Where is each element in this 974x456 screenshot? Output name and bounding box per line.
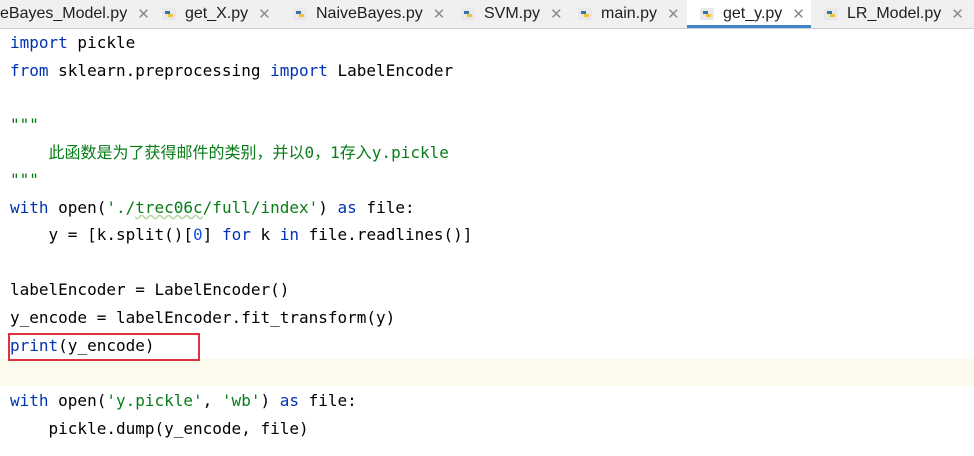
code-text: k <box>250 225 280 244</box>
docstring: """ <box>10 170 39 189</box>
code-text: pickle.dump(y_encode, file) <box>10 419 309 438</box>
code-line-15[interactable]: pickle.dump(y_encode, file) <box>10 415 309 442</box>
code-text: file: <box>298 391 357 410</box>
code-text: ) <box>318 198 338 217</box>
code-line-1[interactable]: import pickle <box>10 29 135 56</box>
keyword: with <box>10 391 49 410</box>
code-line-11[interactable]: y_encode = labelEncoder.fit_transform(y) <box>10 304 395 331</box>
tab-lr-model[interactable]: LR_Model.py ✕ <box>823 0 974 28</box>
keyword: from <box>10 61 49 80</box>
code-line-4-docstring[interactable]: """ <box>10 111 39 138</box>
code-text: LabelEncoder <box>327 61 454 80</box>
close-icon[interactable]: ✕ <box>433 5 446 23</box>
tab-label: SVM.py <box>484 5 541 22</box>
tab-get-y[interactable]: get_y.py ✕ <box>687 0 811 28</box>
highlight-box <box>8 333 200 361</box>
tab-label: NaiveBayes.py <box>316 5 423 22</box>
keyword: in <box>279 225 300 244</box>
string-literal: './ <box>106 198 136 217</box>
docstring: 此函数是为了获得邮件的类别，并以0，1存入y.pickle <box>10 143 449 162</box>
python-file-icon <box>461 8 475 20</box>
code-text: sklearn.preprocessing <box>48 61 271 80</box>
tab-get-x[interactable]: get_X.py ✕ <box>161 0 286 28</box>
tab-label: get_X.py <box>185 5 249 22</box>
editor-tab-bar: eBayes_Model.py ✕ get_X.py ✕ NaiveBayes.… <box>0 0 974 29</box>
code-line-7[interactable]: with open('./trec06c/full/index') as fil… <box>10 194 415 221</box>
code-text: open( <box>48 198 107 217</box>
code-text: labelEncoder = LabelEncoder() <box>10 280 290 299</box>
close-icon[interactable]: ✕ <box>550 5 563 23</box>
code-text: file: <box>356 198 415 217</box>
code-line-2[interactable]: from sklearn.preprocessing import LabelE… <box>10 57 453 84</box>
close-icon[interactable]: ✕ <box>792 5 805 23</box>
python-file-icon <box>824 8 838 20</box>
close-icon[interactable]: ✕ <box>667 5 680 23</box>
docstring: """ <box>10 115 39 134</box>
tab-label: get_y.py <box>723 5 783 22</box>
python-file-icon <box>293 8 307 20</box>
close-icon[interactable]: ✕ <box>951 5 964 23</box>
close-icon[interactable]: ✕ <box>258 5 271 23</box>
code-line-5-docstring[interactable]: 此函数是为了获得邮件的类别，并以0，1存入y.pickle <box>10 139 449 166</box>
tab-label: main.py <box>601 5 658 22</box>
python-file-icon <box>700 8 714 20</box>
code-editor[interactable]: import pickle from sklearn.preprocessing… <box>0 29 974 456</box>
python-file-icon <box>578 8 592 20</box>
keyword: import <box>270 61 328 80</box>
code-line-8[interactable]: y = [k.split()[0] for k in file.readline… <box>10 221 473 248</box>
code-text: ) <box>260 391 280 410</box>
close-icon[interactable]: ✕ <box>137 5 150 23</box>
keyword: with <box>10 198 49 217</box>
code-text: , <box>202 391 222 410</box>
string-literal: 'wb' <box>221 391 261 410</box>
keyword: as <box>337 198 357 217</box>
tab-main[interactable]: main.py ✕ <box>577 0 687 28</box>
code-text: open( <box>48 391 107 410</box>
number-literal: 0 <box>193 225 203 244</box>
code-text: ] <box>202 225 222 244</box>
keyword: as <box>279 391 299 410</box>
keyword: import <box>10 33 68 52</box>
tab-naivebayes[interactable]: NaiveBayes.py ✕ <box>292 0 452 28</box>
tab-ebayes-model[interactable]: eBayes_Model.py ✕ <box>0 0 150 28</box>
tab-label: LR_Model.py <box>847 5 942 22</box>
code-text: file.readlines()] <box>299 225 473 244</box>
keyword: for <box>221 225 251 244</box>
code-text: y = [k.split()[ <box>10 225 194 244</box>
current-line-highlight <box>0 359 974 386</box>
python-file-icon <box>162 8 176 20</box>
code-line-6-docstring[interactable]: """ <box>10 166 39 193</box>
tab-label: eBayes_Model.py <box>0 5 128 22</box>
code-text: y_encode = labelEncoder.fit_transform(y) <box>10 308 396 327</box>
tab-svm[interactable]: SVM.py ✕ <box>460 0 575 28</box>
code-text: pickle <box>67 33 136 52</box>
string-literal: 'y.pickle' <box>106 391 203 410</box>
string-literal: /full/index' <box>202 198 319 217</box>
string-literal-typo: trec06c <box>135 198 203 217</box>
code-line-14[interactable]: with open('y.pickle', 'wb') as file: <box>10 387 357 414</box>
code-line-10[interactable]: labelEncoder = LabelEncoder() <box>10 276 289 303</box>
